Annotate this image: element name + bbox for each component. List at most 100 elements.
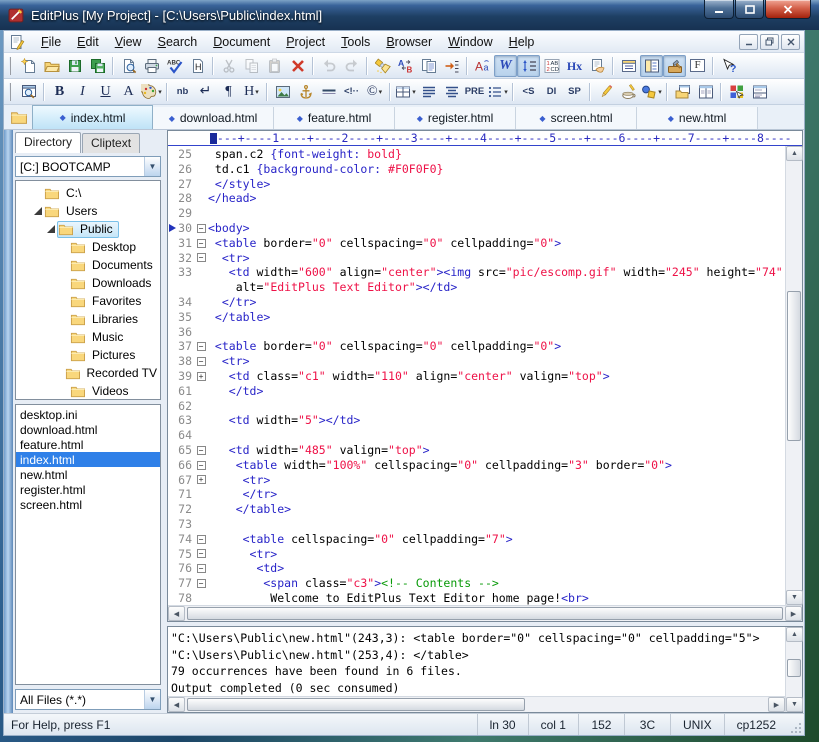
spell-check-button[interactable]: ABC [163,55,186,77]
tree-item-music[interactable]: Music [16,328,160,346]
output-horizontal-scrollbar[interactable]: ◀ ▶ [168,696,785,712]
table-button[interactable]: ▾ [394,81,417,103]
browse-folder-button[interactable] [671,81,694,103]
line-break-button[interactable]: ↵ [194,81,217,103]
tree-item-desktop[interactable]: Desktop [16,238,160,256]
horizontal-rule-button[interactable] [317,81,340,103]
file-new.html[interactable]: new.html [16,467,160,482]
save-button[interactable] [63,55,86,77]
tree-item-favorites[interactable]: Favorites [16,292,160,310]
scroll-up-arrow[interactable]: ▲ [786,627,803,642]
editor-vertical-scrollbar[interactable]: ▲ ▼ [785,146,802,605]
expand-arrow-icon[interactable] [45,225,57,233]
menu-search[interactable]: Search [150,33,206,51]
strip-tags-button[interactable]: <S [517,81,540,103]
align-left-button[interactable] [417,81,440,103]
align-center-button[interactable] [440,81,463,103]
list-button[interactable]: ▾ [486,81,509,103]
tree-item-downloads[interactable]: Downloads [16,274,160,292]
menu-edit[interactable]: Edit [69,33,107,51]
tree-item-documents[interactable]: Documents [16,256,160,274]
scroll-right-arrow[interactable]: ▶ [785,606,802,621]
scroll-track[interactable] [786,642,802,697]
title-bar[interactable]: EditPlus [My Project] - [C:\Users\Public… [0,0,819,30]
editor-horizontal-scrollbar[interactable]: ◀ ▶ [168,605,802,621]
scroll-thumb[interactable] [187,698,525,711]
bold-button[interactable]: B [48,81,71,103]
menu-help[interactable]: Help [501,33,543,51]
expand-arrow-icon[interactable] [32,207,44,215]
file-index.html[interactable]: index.html [16,452,160,467]
panel-gripper[interactable] [4,130,13,713]
menu-file[interactable]: File [33,33,69,51]
fold-marker-icon[interactable]: + [194,369,208,384]
toggle-directory-window-button[interactable] [640,55,663,77]
underline-button[interactable]: U [94,81,117,103]
scroll-track[interactable] [786,161,802,590]
windows-colors-button[interactable] [725,81,748,103]
menu-view[interactable]: View [107,33,150,51]
menu-browser[interactable]: Browser [378,33,440,51]
toolbar-gripper[interactable] [9,57,13,75]
new-document-button[interactable] [17,55,40,77]
scroll-thumb[interactable] [787,659,801,677]
toggle-cliptext-window-button[interactable] [663,55,686,77]
paragraph-button[interactable]: ¶ [217,81,240,103]
resize-grip[interactable] [788,714,804,735]
new-html-page-button[interactable]: H [186,55,209,77]
tree-item-c-[interactable]: C:\ [16,184,160,202]
arrange-window-button[interactable] [694,81,717,103]
replace-button[interactable]: AB [394,55,417,77]
split-window-button[interactable] [748,81,771,103]
font-button[interactable]: A [117,81,140,103]
scroll-down-arrow[interactable]: ▼ [786,590,803,605]
file-download.html[interactable]: download.html [16,422,160,437]
scroll-thumb[interactable] [187,607,783,620]
save-all-button[interactable] [86,55,109,77]
tree-item-libraries[interactable]: Libraries [16,310,160,328]
drive-combo[interactable]: [C:] BOOTCAMP ▼ [15,156,161,177]
context-help-button[interactable]: ? [717,55,740,77]
sidebar-tab-directory[interactable]: Directory [15,132,81,153]
fold-marker-icon[interactable]: − [194,251,208,266]
fold-marker-icon[interactable]: − [194,576,208,591]
text-case-button[interactable]: Aa [471,55,494,77]
special-character-button[interactable]: ©▾ [363,81,386,103]
browser-preview-button[interactable] [17,81,40,103]
heading-button[interactable]: H▾ [240,81,263,103]
scroll-right-arrow[interactable]: ▶ [768,697,785,712]
scroll-left-arrow[interactable]: ◀ [168,606,185,621]
tab-register.html[interactable]: ◆register.html [395,107,516,129]
fold-marker-icon[interactable]: − [194,221,208,236]
open-button[interactable] [40,55,63,77]
column-select-button[interactable]: 1AB2CD [540,55,563,77]
file-desktop.ini[interactable]: desktop.ini [16,407,160,422]
print-preview-button[interactable] [117,55,140,77]
fold-marker-icon[interactable]: − [194,532,208,547]
insert-image-button[interactable] [271,81,294,103]
file-list-folder-button[interactable] [4,106,32,129]
tree-item-users[interactable]: Users [16,202,160,220]
file-screen.html[interactable]: screen.html [16,497,160,512]
comment-button[interactable]: <!·· [340,81,363,103]
scroll-left-arrow[interactable]: ◀ [168,697,185,712]
scroll-thumb[interactable] [787,291,801,441]
tree-item-videos[interactable]: Videos [16,382,160,400]
word-wrap-button[interactable]: W [494,55,517,77]
mdi-minimize-button[interactable] [739,34,758,50]
editor-text-area[interactable]: 25 span.c2 {font-weight: bold}26 td.c1 {… [168,146,785,605]
non-breaking-space-button[interactable]: nb [171,81,194,103]
fold-marker-icon[interactable]: − [194,561,208,576]
user-tools-button[interactable]: ▾ [640,81,663,103]
menu-document[interactable]: Document [205,33,278,51]
fold-marker-icon[interactable]: − [194,236,208,251]
menu-project[interactable]: Project [278,33,333,51]
hex-viewer-button[interactable]: Hx [563,55,586,77]
tree-item-public[interactable]: Public [16,220,160,238]
close-button[interactable] [765,0,811,19]
file-register.html[interactable]: register.html [16,482,160,497]
line-spacing-button[interactable] [517,55,540,77]
file-feature.html[interactable]: feature.html [16,437,160,452]
menu-tools[interactable]: Tools [333,33,378,51]
tab-download.html[interactable]: ◆download.html [153,107,274,129]
